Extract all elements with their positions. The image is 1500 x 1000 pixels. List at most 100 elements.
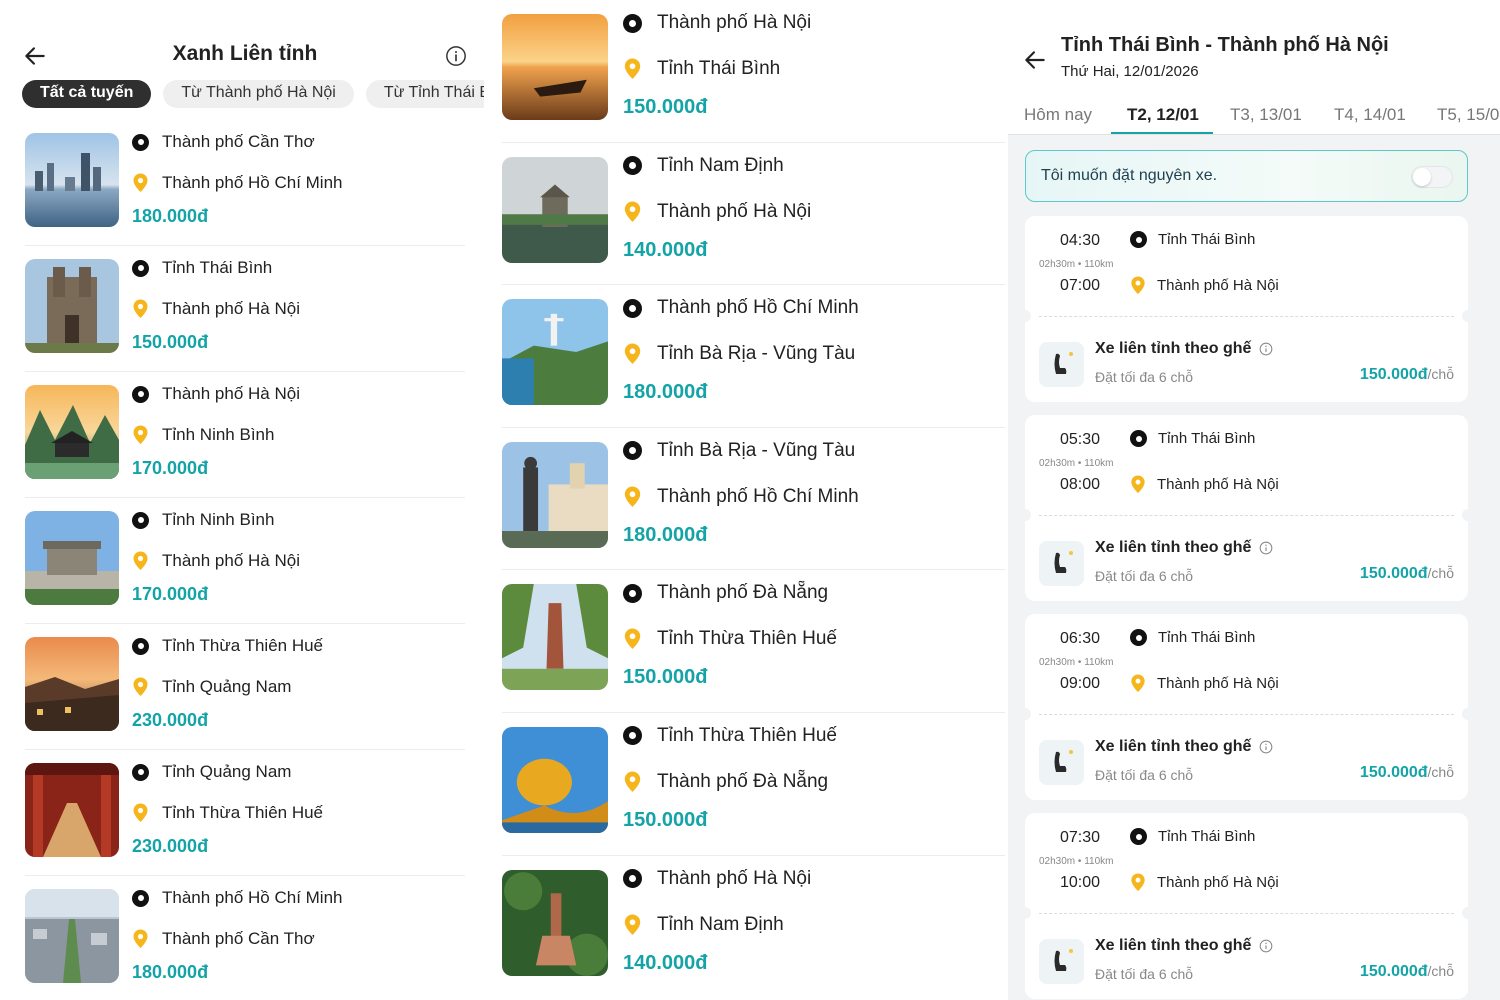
route-price: 230.000đ: [132, 836, 209, 856]
dashed-divider: [1039, 316, 1454, 317]
route-thumbnail-image: [25, 763, 119, 857]
route-thumbnail-image: [502, 726, 608, 833]
chip-from-thai-binh[interactable]: Từ Tỉnh Thái Bình: [365, 80, 484, 108]
route-origin: Thành phố Hồ Chí Minh: [132, 888, 343, 908]
trip-price: 150.000đ/chỗ: [1360, 366, 1454, 384]
route-destination: Thành phố Hà Nội: [623, 201, 811, 223]
origin-label: Thành phố Hà Nội: [657, 867, 812, 889]
destination-label: Thành phố Đà Nẵng: [657, 770, 829, 792]
destination-label: Tỉnh Quảng Nam: [162, 677, 292, 696]
tab-date-15-01[interactable]: T5, 15/01: [1437, 105, 1500, 125]
route-card[interactable]: Thành phố Đà Nẵng Tỉnh Thừa Thiên Huế 15…: [490, 570, 1005, 713]
route-card[interactable]: Tỉnh Ninh Bình Thành phố Hà Nội 170.000đ: [0, 498, 490, 624]
origin-label: Thành phố Hồ Chí Minh: [162, 888, 343, 907]
trip-origin: Tỉnh Thái Bình: [1130, 231, 1255, 248]
vehicle-type-label: Xe liên tỉnh theo ghế: [1095, 937, 1252, 954]
route-thumbnail-image: [502, 14, 608, 120]
tab-date-14-01[interactable]: T4, 14/01: [1334, 105, 1406, 125]
route-card[interactable]: Tỉnh Bà Rịa - Vũng Tàu Thành phố Hồ Chí …: [490, 428, 1005, 571]
vehicle-type-label: Xe liên tỉnh theo ghế: [1095, 738, 1252, 755]
arrival-time: 08:00: [1060, 476, 1101, 493]
tab-date-13-01[interactable]: T3, 13/01: [1230, 105, 1302, 125]
route-list-scrolled: Thành phố Hà Nội Tỉnh Thái Bình 150.000đ…: [490, 0, 1005, 1000]
departure-time: 06:30: [1060, 630, 1101, 647]
origin-dot-icon: [623, 441, 642, 461]
route-card[interactable]: Thành phố Hà Nội Tỉnh Thái Bình 150.000đ: [490, 0, 1005, 143]
origin-label: Tỉnh Quảng Nam: [162, 762, 292, 781]
route-list: Thành phố Cần Thơ Thành phố Hồ Chí Minh …: [0, 120, 490, 1000]
info-icon[interactable]: [1259, 541, 1273, 555]
trip-destination: Thành phố Hà Nội: [1130, 276, 1279, 295]
route-origin: Tỉnh Thừa Thiên Huế: [132, 636, 323, 656]
destination-label: Thành phố Hà Nội: [1157, 675, 1279, 692]
route-destination: Tỉnh Thái Bình: [623, 58, 780, 80]
arrival-time: 10:00: [1060, 874, 1101, 891]
location-pin-icon: [1131, 674, 1145, 693]
destination-label: Tỉnh Nam Định: [657, 913, 784, 935]
departure-time: 04:30: [1060, 232, 1101, 249]
route-destination: Tỉnh Nam Định: [623, 914, 784, 936]
vehicle-type-label: Xe liên tỉnh theo ghế: [1095, 340, 1252, 357]
route-origin: Thành phố Hà Nội: [623, 12, 811, 34]
route-destination: Thành phố Đà Nẵng: [623, 771, 828, 793]
info-icon[interactable]: [445, 45, 467, 67]
route-price: 180.000đ: [623, 381, 708, 404]
price-unit: /chỗ: [1427, 764, 1454, 780]
route-card[interactable]: Tỉnh Quảng Nam Tỉnh Thừa Thiên Huế 230.0…: [0, 750, 490, 876]
trip-duration: 02h30m • 110km: [1039, 657, 1114, 668]
route-card[interactable]: Thành phố Hà Nội Tỉnh Ninh Bình 170.000đ: [0, 372, 490, 498]
route-price: 230.000đ: [132, 710, 209, 730]
route-thumbnail-image: [502, 299, 608, 406]
seat-icon: [1039, 342, 1084, 387]
info-icon[interactable]: [1259, 342, 1273, 356]
route-card[interactable]: Tỉnh Thừa Thiên Huế Thành phố Đà Nẵng 15…: [490, 713, 1005, 856]
route-thumbnail-image: [502, 156, 608, 263]
route-card[interactable]: Tỉnh Nam Định Thành phố Hà Nội 140.000đ: [490, 143, 1005, 286]
location-pin-icon: [133, 677, 148, 696]
location-pin-icon: [133, 299, 148, 318]
route-thumbnail-image: [25, 889, 119, 983]
destination-label: Thành phố Hà Nội: [162, 551, 300, 570]
location-pin-icon: [624, 628, 641, 650]
route-card[interactable]: Thành phố Hồ Chí Minh Thành phố Cần Thơ …: [0, 876, 490, 1000]
trip-card[interactable]: 07:30 02h30m • 110km 10:00 Tỉnh Thái Bìn…: [1019, 813, 1474, 999]
tab-today[interactable]: Hôm nay: [1024, 105, 1092, 125]
route-destination: Tỉnh Bà Rịa - Vũng Tàu: [623, 343, 855, 365]
origin-label: Tỉnh Thừa Thiên Huế: [162, 636, 324, 655]
route-card[interactable]: Tỉnh Thái Bình Thành phố Hà Nội 150.000đ: [0, 246, 490, 372]
trip-card[interactable]: 05:30 02h30m • 110km 08:00 Tỉnh Thái Bìn…: [1019, 415, 1474, 601]
booking-limit: Đặt tối đa 6 chỗ: [1095, 568, 1194, 584]
dashed-divider: [1039, 714, 1454, 715]
trip-price-value: 150.000đ: [1359, 764, 1428, 781]
route-origin: Tỉnh Thái Bình: [132, 258, 272, 278]
whole-vehicle-toggle[interactable]: [1411, 166, 1453, 188]
origin-dot-icon: [623, 156, 642, 176]
route-card[interactable]: Thành phố Hồ Chí Minh Tỉnh Bà Rịa - Vũng…: [490, 285, 1005, 428]
route-destination: Tỉnh Quảng Nam: [132, 677, 291, 697]
back-arrow-icon[interactable]: [1022, 47, 1048, 73]
origin-label: Tỉnh Bà Rịa - Vũng Tàu: [657, 439, 856, 461]
location-pin-icon: [1131, 873, 1145, 892]
destination-label: Tỉnh Thừa Thiên Huế: [162, 803, 324, 822]
info-icon[interactable]: [1259, 939, 1273, 953]
selected-date: Thứ Hai, 12/01/2026: [1061, 63, 1199, 80]
info-icon[interactable]: [1259, 740, 1273, 754]
trip-origin: Tỉnh Thái Bình: [1130, 828, 1255, 845]
route-card[interactable]: Thành phố Hà Nội Tỉnh Nam Định 140.000đ: [490, 856, 1005, 999]
route-destination: Thành phố Cần Thơ: [132, 929, 315, 949]
chip-all-routes[interactable]: Tất cả tuyến: [22, 80, 152, 108]
chip-from-hanoi[interactable]: Từ Thành phố Hà Nội: [163, 80, 354, 108]
tab-date-12-01[interactable]: T2, 12/01: [1127, 105, 1199, 125]
trip-card[interactable]: 06:30 02h30m • 110km 09:00 Tỉnh Thái Bìn…: [1019, 614, 1474, 800]
route-card[interactable]: Thành phố Cần Thơ Thành phố Hồ Chí Minh …: [0, 120, 490, 246]
destination-label: Tỉnh Ninh Bình: [162, 425, 275, 444]
location-pin-icon: [1131, 276, 1145, 295]
route-title: Tỉnh Thái Bình - Thành phố Hà Nội: [1061, 34, 1389, 56]
trip-card[interactable]: 04:30 02h30m • 110km 07:00 Tỉnh Thái Bìn…: [1019, 216, 1474, 402]
seat-icon: [1039, 740, 1084, 785]
location-pin-icon: [624, 58, 641, 79]
route-price: 150.000đ: [132, 332, 209, 352]
route-card[interactable]: Tỉnh Thừa Thiên Huế Tỉnh Quảng Nam 230.0…: [0, 624, 490, 750]
booking-limit: Đặt tối đa 6 chỗ: [1095, 767, 1194, 783]
route-thumbnail-image: [502, 441, 608, 548]
